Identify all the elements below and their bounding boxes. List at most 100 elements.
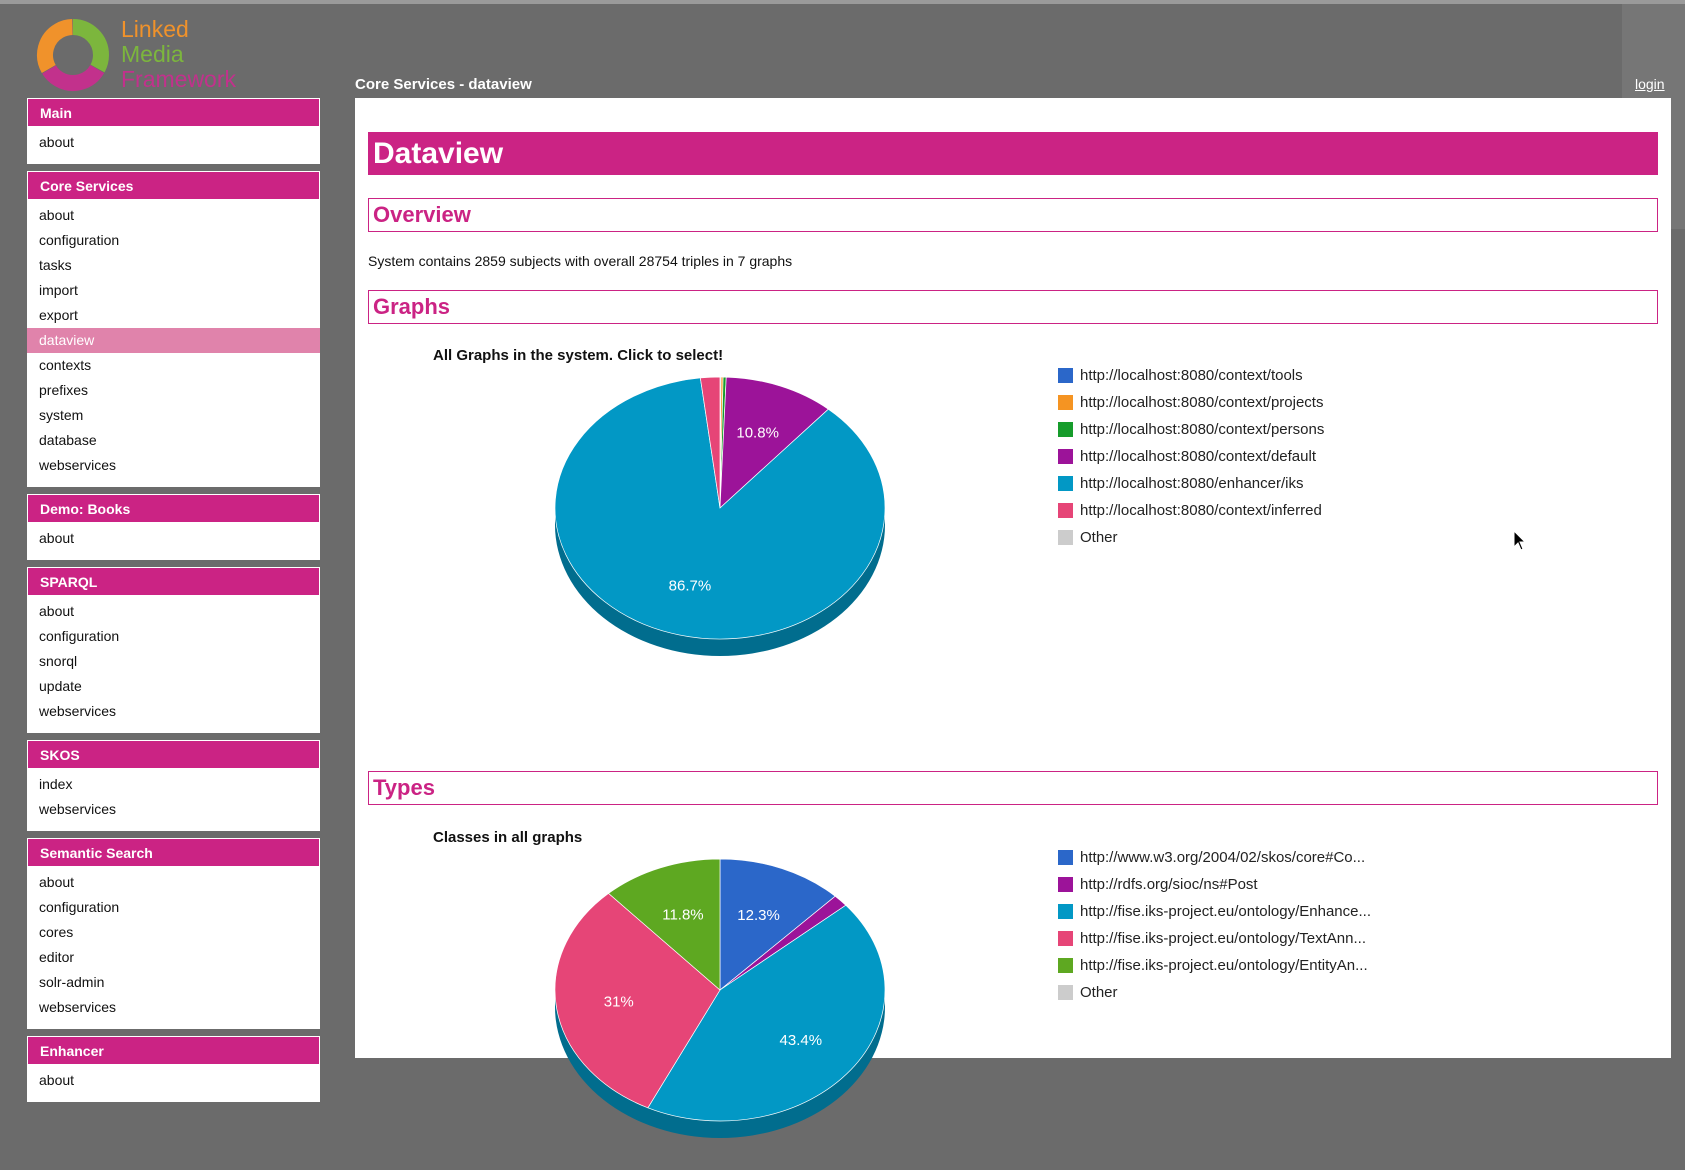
types-pie-chart[interactable]: 12.3% 43.4% 31% 11.8% — [555, 850, 905, 1170]
legend-item[interactable]: Other — [1058, 979, 1371, 1006]
legend-swatch — [1058, 422, 1073, 437]
logo-line-framework: Framework — [121, 66, 237, 92]
sidebar-item-core-services-system[interactable]: system — [27, 403, 320, 428]
graphs-legend: http://localhost:8080/context/tools http:… — [1058, 362, 1324, 551]
logo-line-media: Media — [121, 41, 184, 67]
legend-label: http://localhost:8080/context/inferred — [1080, 502, 1322, 519]
sidebar-section-items: about — [27, 523, 320, 560]
sidebar-item-core-services-export[interactable]: export — [27, 303, 320, 328]
sidebar-item-sparql-webservices[interactable]: webservices — [27, 699, 320, 724]
legend-label: http://localhost:8080/context/projects — [1080, 394, 1324, 411]
sidebar-item-core-services-webservices[interactable]: webservices — [27, 453, 320, 478]
pie-slice-label: 12.3% — [737, 907, 780, 924]
legend-swatch — [1058, 395, 1073, 410]
pie-slice-label: 43.4% — [780, 1032, 823, 1049]
sidebar-section-items: about configuration cores editor solr-admin w… — [27, 867, 320, 1029]
sidebar-item-core-services-database[interactable]: database — [27, 428, 320, 453]
legend-item[interactable]: Other — [1058, 524, 1324, 551]
logo-text: Linked Media Framework — [121, 17, 236, 92]
sidebar-item-core-services-about[interactable]: about — [27, 203, 320, 228]
sidebar-item-semantic-search-webservices[interactable]: webservices — [27, 995, 320, 1020]
legend-item[interactable]: http://localhost:8080/context/default — [1058, 443, 1324, 470]
legend-item[interactable]: http://fise.iks-project.eu/ontology/Enti… — [1058, 952, 1371, 979]
sidebar-section-skos: SKOS — [27, 740, 320, 769]
legend-swatch — [1058, 368, 1073, 383]
lmf-logo[interactable]: Linked Media Framework — [35, 17, 255, 93]
sidebar-section-items: index webservices — [27, 769, 320, 831]
pie-slice-label: 10.8% — [736, 424, 779, 441]
legend-label: Other — [1080, 529, 1118, 546]
sidebar-item-sparql-about[interactable]: about — [27, 599, 320, 624]
legend-swatch — [1058, 449, 1073, 464]
sidebar-item-enhancer-about[interactable]: about — [27, 1068, 320, 1093]
sidebar-item-demo-books-about[interactable]: about — [27, 526, 320, 551]
sidebar-item-semantic-search-cores[interactable]: cores — [27, 920, 320, 945]
sidebar-section-items: about configuration snorql update webservice… — [27, 596, 320, 733]
legend-label: http://fise.iks-project.eu/ontology/Text… — [1080, 930, 1366, 947]
sidebar-item-semantic-search-configuration[interactable]: configuration — [27, 895, 320, 920]
breadcrumb: Core Services - dataview — [355, 76, 532, 93]
legend-item[interactable]: http://localhost:8080/context/tools — [1058, 362, 1324, 389]
legend-label: http://localhost:8080/enhancer/iks — [1080, 475, 1304, 492]
legend-label: http://localhost:8080/context/persons — [1080, 421, 1325, 438]
sidebar-item-main-about[interactable]: about — [27, 130, 320, 155]
legend-label: http://localhost:8080/context/tools — [1080, 367, 1303, 384]
legend-item[interactable]: http://fise.iks-project.eu/ontology/Enha… — [1058, 898, 1371, 925]
sidebar-item-sparql-update[interactable]: update — [27, 674, 320, 699]
sidebar-section-main: Main — [27, 98, 320, 127]
legend-swatch — [1058, 530, 1073, 545]
sidebar-item-core-services-prefixes[interactable]: prefixes — [27, 378, 320, 403]
legend-label: http://fise.iks-project.eu/ontology/Enti… — [1080, 957, 1368, 974]
sidebar-item-sparql-snorql[interactable]: snorql — [27, 649, 320, 674]
sidebar-item-core-services-dataview[interactable]: dataview — [27, 328, 320, 353]
sidebar-item-semantic-search-editor[interactable]: editor — [27, 945, 320, 970]
logo-ring-icon — [37, 19, 109, 91]
legend-item[interactable]: http://rdfs.org/sioc/ns#Post — [1058, 871, 1371, 898]
window-top-edge — [0, 0, 1685, 4]
graphs-chart-title: All Graphs in the system. Click to selec… — [433, 347, 724, 364]
logo-line-linked: Linked — [121, 16, 189, 42]
sidebar-section-sparql: SPARQL — [27, 567, 320, 596]
graphs-pie-chart[interactable]: 10.8% 86.7% — [555, 368, 905, 688]
page-title: Dataview — [368, 132, 1658, 175]
overview-heading: Overview — [368, 198, 1658, 232]
legend-swatch — [1058, 476, 1073, 491]
legend-swatch — [1058, 850, 1073, 865]
legend-item[interactable]: http://fise.iks-project.eu/ontology/Text… — [1058, 925, 1371, 952]
legend-item[interactable]: http://www.w3.org/2004/02/skos/core#Co..… — [1058, 844, 1371, 871]
legend-label: http://www.w3.org/2004/02/skos/core#Co..… — [1080, 849, 1366, 866]
legend-label: http://localhost:8080/context/default — [1080, 448, 1316, 465]
legend-swatch — [1058, 503, 1073, 518]
legend-item[interactable]: http://localhost:8080/context/persons — [1058, 416, 1324, 443]
sidebar-item-semantic-search-solr-admin[interactable]: solr-admin — [27, 970, 320, 995]
sidebar-item-semantic-search-about[interactable]: about — [27, 870, 320, 895]
overview-text: System contains 2859 subjects with overa… — [368, 253, 793, 269]
sidebar-section-items: about — [27, 127, 320, 164]
pie-slice-label: 31% — [604, 994, 634, 1011]
legend-swatch — [1058, 958, 1073, 973]
legend-label: Other — [1080, 984, 1118, 1001]
legend-swatch — [1058, 904, 1073, 919]
types-heading: Types — [368, 771, 1658, 805]
sidebar-item-skos-webservices[interactable]: webservices — [27, 797, 320, 822]
types-chart-title: Classes in all graphs — [433, 829, 583, 846]
main-content: Dataview Overview System contains 2859 s… — [355, 98, 1671, 1138]
sidebar-item-sparql-configuration[interactable]: configuration — [27, 624, 320, 649]
sidebar-section-items: about configuration tasks import export datav… — [27, 200, 320, 487]
sidebar-item-core-services-tasks[interactable]: tasks — [27, 253, 320, 278]
sidebar-item-skos-index[interactable]: index — [27, 772, 320, 797]
sidebar-section-items: about — [27, 1065, 320, 1102]
types-legend: http://www.w3.org/2004/02/skos/core#Co..… — [1058, 844, 1371, 1006]
legend-item[interactable]: http://localhost:8080/context/inferred — [1058, 497, 1324, 524]
legend-item[interactable]: http://localhost:8080/context/projects — [1058, 389, 1324, 416]
legend-swatch — [1058, 931, 1073, 946]
sidebar-item-core-services-contexts[interactable]: contexts — [27, 353, 320, 378]
login-link[interactable]: login — [1635, 76, 1665, 92]
legend-swatch — [1058, 877, 1073, 892]
sidebar-item-core-services-configuration[interactable]: configuration — [27, 228, 320, 253]
sidebar-section-enhancer: Enhancer — [27, 1036, 320, 1065]
sidebar-item-core-services-import[interactable]: import — [27, 278, 320, 303]
legend-item[interactable]: http://localhost:8080/enhancer/iks — [1058, 470, 1324, 497]
sidebar: Main about Core Services about configuration… — [27, 98, 320, 1102]
pie-slice-label: 86.7% — [669, 578, 712, 595]
